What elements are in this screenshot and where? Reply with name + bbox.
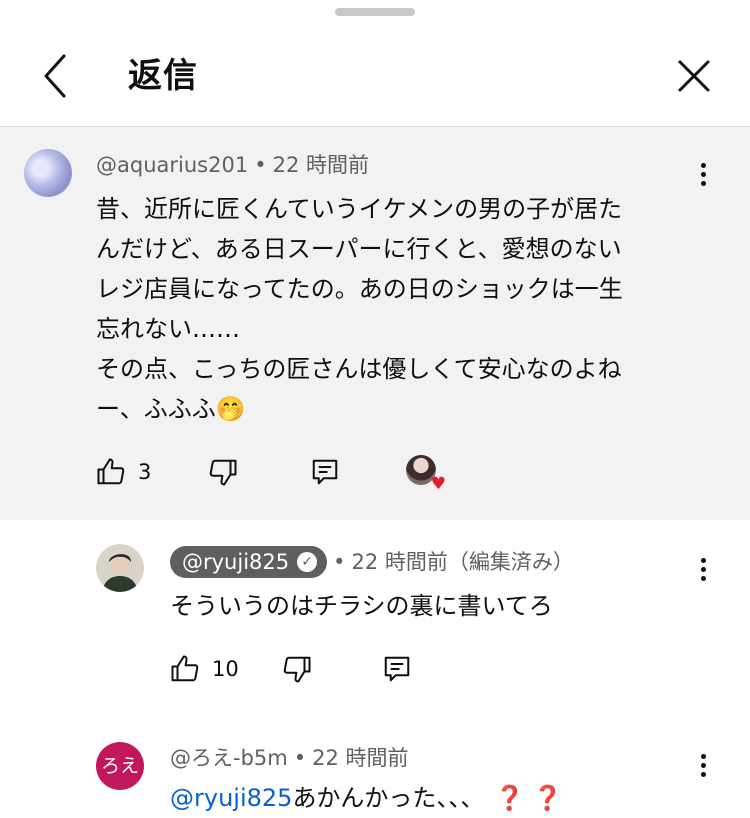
parent-comment: @aquarius201 • 22 時間前 昔、近所に匠くんていうイケメンの男の子が… — [0, 127, 750, 520]
like-button[interactable]: 3 — [96, 455, 151, 489]
heart-icon: ♥ — [430, 474, 446, 494]
avatar[interactable]: ろえ — [96, 742, 144, 790]
comment-text: そういうのはチラシの裏に書いてろ — [170, 592, 553, 620]
reply-comment: ろえ @ろえ-b5m • 22 時間前 @ryuji825あかんかった、、、 ❓ ❓ — [0, 742, 750, 816]
comment-meta: @aquarius201 • 22 時間前 — [96, 149, 369, 181]
like-count: 10 — [212, 657, 239, 681]
more-vert-icon[interactable] — [698, 163, 708, 193]
thumb-up-icon — [97, 458, 125, 485]
question-mark-emoji: ❓ ❓ — [494, 784, 563, 812]
comment-actions: 3 ♥ — [96, 455, 496, 493]
comment-line: その点、こっちの匠さんは優しくて安心なのよね — [96, 355, 622, 383]
comment-text: @ryuji825あかんかった、、、 ❓ ❓ — [170, 778, 563, 818]
back-arrow-icon[interactable] — [34, 52, 78, 100]
comment-actions: 10 — [170, 652, 470, 686]
thumb-up-icon — [171, 655, 199, 682]
header: 返信 — [0, 22, 750, 127]
author-name[interactable]: @ろえ-b5m — [170, 746, 288, 770]
like-count: 3 — [138, 460, 152, 484]
drag-handle[interactable] — [335, 8, 415, 16]
comment-line: んだけど、ある日スーパーに行くと、愛想のない — [96, 235, 622, 263]
separator: • — [333, 550, 346, 574]
reply-button[interactable] — [382, 652, 412, 686]
comment-line: レジ店員になってたの。あの日のショックは一生 — [96, 275, 623, 303]
comment-line-text: あかんかった、、、 — [292, 784, 485, 812]
separator: • — [254, 153, 267, 177]
mention-link[interactable]: @ryuji825 — [170, 784, 292, 812]
more-vert-icon[interactable] — [698, 558, 708, 588]
separator: • — [293, 746, 307, 770]
comment-line: 昔、近所に匠くんていうイケメンの男の子が居た — [96, 195, 623, 223]
close-icon[interactable] — [672, 54, 716, 98]
timestamp: 22 時間前 — [272, 153, 369, 177]
creator-heart: ♥ — [406, 455, 446, 494]
like-button[interactable]: 10 — [170, 652, 239, 686]
comment-meta: @ryuji825 ✓ • 22 時間前（編集済み） — [170, 546, 574, 578]
author-name[interactable]: @aquarius201 — [96, 153, 248, 177]
author-chip[interactable]: @ryuji825 ✓ — [170, 546, 328, 578]
avatar[interactable] — [24, 149, 72, 197]
thumb-down-icon — [283, 656, 311, 683]
dislike-button[interactable] — [208, 455, 238, 489]
page-title: 返信 — [128, 56, 198, 96]
more-vert-icon[interactable] — [698, 754, 708, 784]
verified-check-icon: ✓ — [297, 552, 318, 572]
emoji: 🤭 — [215, 395, 246, 423]
comment-line-text: ー、ふふふ — [96, 395, 216, 423]
comment-line: 忘れない…… — [96, 315, 240, 343]
avatar[interactable] — [96, 544, 144, 592]
comment-line: ー、ふふふ🤭 — [96, 389, 623, 429]
reply-icon — [384, 656, 410, 682]
comment-meta: @ろえ-b5m • 22 時間前 — [170, 742, 409, 774]
thumb-down-icon — [209, 459, 237, 486]
timestamp: 22 時間前 — [312, 746, 409, 770]
comment-text: 昔、近所に匠くんていうイケメンの男の子が居た んだけど、ある日スーパーに行くと、… — [96, 189, 623, 429]
reply-button[interactable] — [310, 455, 340, 489]
dislike-button[interactable] — [282, 652, 312, 686]
reply-comment: @ryuji825 ✓ • 22 時間前（編集済み） そういうのはチラシの裏に書いてろ… — [0, 544, 750, 704]
author-name: @ryuji825 — [182, 550, 290, 574]
reply-icon — [312, 459, 338, 485]
timestamp: 22 時間前（編集済み） — [351, 550, 574, 574]
